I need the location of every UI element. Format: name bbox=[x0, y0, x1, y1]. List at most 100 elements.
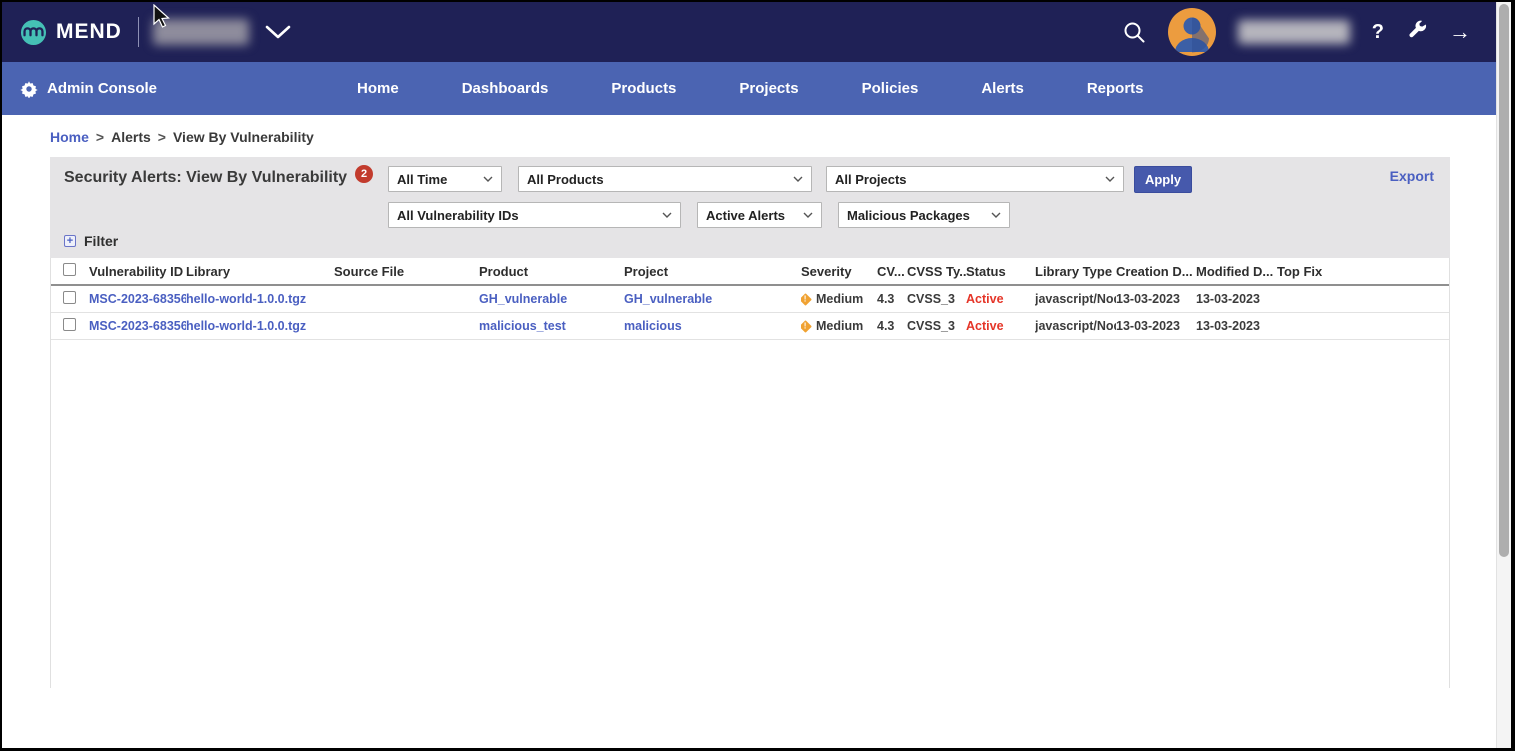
creation-date-cell: 13-03-2023 bbox=[1116, 313, 1196, 340]
breadcrumb-home[interactable]: Home bbox=[50, 129, 89, 145]
project-link[interactable]: GH_vulnerable bbox=[624, 292, 712, 306]
creation-date-cell: 13-03-2023 bbox=[1116, 285, 1196, 313]
scrollbar-thumb[interactable] bbox=[1499, 4, 1509, 557]
col-library[interactable]: Library bbox=[186, 258, 334, 285]
brand-name: MEND bbox=[56, 20, 122, 44]
cvss-score-cell: 4.3 bbox=[877, 285, 907, 313]
table-header-row: Vulnerability ID Library Source File Pro… bbox=[51, 258, 1449, 285]
alert-status-select[interactable]: Active Alerts bbox=[697, 202, 822, 228]
top-fix-cell bbox=[1277, 285, 1449, 313]
org-chevron-down-icon[interactable] bbox=[265, 25, 291, 39]
nav-item-alerts[interactable]: Alerts bbox=[981, 80, 1024, 97]
col-source-file[interactable]: Source File bbox=[334, 258, 479, 285]
modified-date-cell: 13-03-2023 bbox=[1196, 313, 1277, 340]
chevron-down-icon bbox=[803, 212, 813, 218]
breadcrumb-separator: > bbox=[96, 129, 104, 145]
medium-severity-diamond-icon: ! bbox=[801, 293, 812, 306]
alert-type-value: Malicious Packages bbox=[847, 208, 970, 223]
top-fix-cell bbox=[1277, 313, 1449, 340]
gear-icon bbox=[20, 80, 38, 98]
nav-item-policies[interactable]: Policies bbox=[862, 80, 919, 97]
col-library-type[interactable]: Library Type bbox=[1035, 258, 1116, 285]
mend-logo[interactable]: MEND bbox=[20, 19, 122, 46]
col-product[interactable]: Product bbox=[479, 258, 624, 285]
vulnerability-ids-value: All Vulnerability IDs bbox=[397, 208, 519, 223]
cvss-type-cell: CVSS_3 bbox=[907, 285, 966, 313]
app-window: MEND ? bbox=[0, 0, 1515, 751]
apply-button[interactable]: Apply bbox=[1134, 166, 1192, 193]
products-value: All Products bbox=[527, 172, 604, 187]
main-nav: Admin Console Home Dashboards Products P… bbox=[2, 62, 1511, 115]
breadcrumb-alerts[interactable]: Alerts bbox=[111, 129, 151, 145]
mouse-cursor bbox=[152, 4, 172, 30]
export-link[interactable]: Export bbox=[1390, 168, 1434, 184]
source-file-cell bbox=[334, 313, 479, 340]
nav-item-home[interactable]: Home bbox=[357, 80, 399, 97]
filter-expand-toggle[interactable]: + Filter bbox=[64, 233, 118, 249]
row-checkbox[interactable] bbox=[63, 318, 76, 331]
product-link[interactable]: malicious_test bbox=[479, 319, 566, 333]
col-status[interactable]: Status bbox=[966, 258, 1035, 285]
nav-item-reports[interactable]: Reports bbox=[1087, 80, 1144, 97]
nav-item-projects[interactable]: Projects bbox=[739, 80, 798, 97]
alert-type-select[interactable]: Malicious Packages bbox=[838, 202, 1010, 228]
severity-label: Medium bbox=[816, 319, 863, 333]
products-select[interactable]: All Products bbox=[518, 166, 812, 192]
projects-value: All Projects bbox=[835, 172, 907, 187]
page-title: Security Alerts: View By Vulnerability bbox=[64, 169, 347, 187]
table-row: MSC-2023-68356 hello-world-1.0.0.tgz mal… bbox=[51, 313, 1449, 340]
time-range-select[interactable]: All Time bbox=[388, 166, 502, 192]
security-alerts-panel: Security Alerts: View By Vulnerability 2… bbox=[50, 157, 1450, 258]
nav-items: Home Dashboards Products Projects Polici… bbox=[357, 80, 1144, 97]
status-badge[interactable]: Active bbox=[966, 292, 1004, 306]
col-vulnerability-id[interactable]: Vulnerability ID bbox=[89, 258, 186, 285]
filter-label: Filter bbox=[84, 233, 118, 249]
project-link[interactable]: malicious bbox=[624, 319, 682, 333]
chevron-down-icon bbox=[483, 176, 493, 182]
breadcrumb: Home > Alerts > View By Vulnerability bbox=[2, 115, 1511, 157]
status-badge[interactable]: Active bbox=[966, 319, 1004, 333]
breadcrumb-current: View By Vulnerability bbox=[173, 129, 314, 145]
library-link[interactable]: hello-world-1.0.0.tgz bbox=[186, 319, 306, 333]
nav-item-products[interactable]: Products bbox=[611, 80, 676, 97]
col-top-fix[interactable]: Top Fix bbox=[1277, 258, 1449, 285]
admin-console-button[interactable]: Admin Console bbox=[20, 80, 157, 98]
medium-severity-diamond-icon: ! bbox=[801, 320, 812, 333]
col-cvss-score[interactable]: CV... bbox=[877, 258, 907, 285]
chevron-down-icon bbox=[793, 176, 803, 182]
divider bbox=[138, 17, 139, 47]
col-cvss-type[interactable]: CVSS Ty... bbox=[907, 258, 966, 285]
library-link[interactable]: hello-world-1.0.0.tgz bbox=[186, 292, 306, 306]
chevron-down-icon bbox=[1105, 176, 1115, 182]
source-file-cell bbox=[334, 285, 479, 313]
chevron-down-icon bbox=[662, 212, 672, 218]
projects-select[interactable]: All Projects bbox=[826, 166, 1124, 192]
vulnerability-ids-select[interactable]: All Vulnerability IDs bbox=[388, 202, 681, 228]
select-all-checkbox[interactable] bbox=[63, 263, 76, 276]
cvss-score-cell: 4.3 bbox=[877, 313, 907, 340]
user-avatar[interactable] bbox=[1168, 8, 1216, 56]
alert-status-value: Active Alerts bbox=[706, 208, 785, 223]
vulnerability-id-link[interactable]: MSC-2023-68356 bbox=[89, 319, 186, 333]
col-creation-date[interactable]: Creation D... bbox=[1116, 258, 1196, 285]
mend-logo-icon bbox=[20, 19, 47, 46]
admin-console-label: Admin Console bbox=[47, 80, 157, 97]
help-icon[interactable]: ? bbox=[1372, 21, 1384, 44]
wrench-icon[interactable] bbox=[1406, 19, 1427, 45]
col-severity[interactable]: Severity bbox=[801, 258, 877, 285]
alerts-table-container: Vulnerability ID Library Source File Pro… bbox=[50, 258, 1450, 688]
product-link[interactable]: GH_vulnerable bbox=[479, 292, 567, 306]
search-icon[interactable] bbox=[1122, 20, 1146, 44]
vulnerability-id-link[interactable]: MSC-2023-68356 bbox=[89, 292, 186, 306]
row-checkbox[interactable] bbox=[63, 291, 76, 304]
nav-item-dashboards[interactable]: Dashboards bbox=[462, 80, 549, 97]
col-project[interactable]: Project bbox=[624, 258, 801, 285]
breadcrumb-separator: > bbox=[158, 129, 166, 145]
top-bar: MEND ? bbox=[2, 2, 1511, 62]
library-type-cell: javascript/Nod bbox=[1035, 313, 1116, 340]
logout-arrow-icon[interactable]: → bbox=[1449, 19, 1471, 45]
user-name-redacted bbox=[1238, 20, 1350, 44]
alerts-table: Vulnerability ID Library Source File Pro… bbox=[51, 258, 1449, 340]
vertical-scrollbar[interactable] bbox=[1496, 2, 1511, 748]
col-modified-date[interactable]: Modified D... bbox=[1196, 258, 1277, 285]
